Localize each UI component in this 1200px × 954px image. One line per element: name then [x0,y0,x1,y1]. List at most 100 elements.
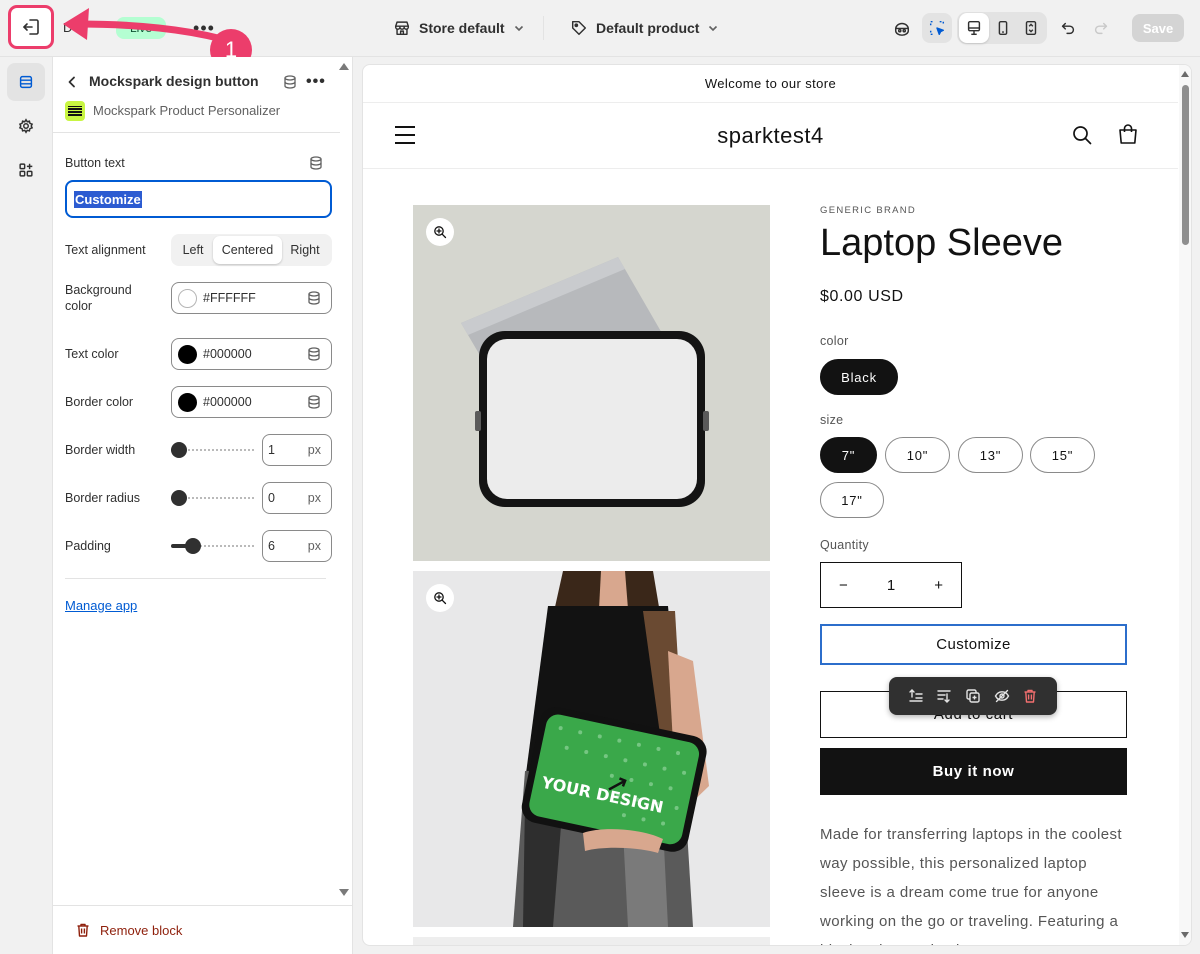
sidekick-button[interactable] [887,13,917,43]
border-width-input[interactable]: 1 px [262,434,332,466]
fullscreen-icon [1025,20,1037,36]
align-left-option[interactable]: Left [173,236,213,264]
product-price: $0.00 USD [820,288,904,305]
hide-icon[interactable] [994,688,1010,704]
dynamic-source-icon[interactable] [306,394,322,410]
size-pill-10[interactable]: 10" [885,437,950,473]
align-center-option[interactable]: Centered [213,236,282,264]
duplicate-icon[interactable] [965,688,981,704]
rail-settings-button[interactable] [7,107,45,145]
manage-app-link[interactable]: Manage app [65,598,137,613]
announcement-bar[interactable]: Welcome to our store [363,65,1178,103]
product-image-sleeve[interactable] [413,205,770,561]
desktop-view-button[interactable] [959,13,989,43]
rail-apps-button[interactable] [7,151,45,189]
padding-value: 6 [268,539,275,553]
scrollbar-thumb[interactable] [1182,85,1189,245]
border-width-slider[interactable] [171,442,255,458]
delete-icon[interactable] [1022,688,1038,704]
border-color-field[interactable]: #000000 [171,386,332,418]
text-color-field[interactable]: #000000 [171,338,332,370]
quantity-value[interactable]: 1 [887,577,895,594]
border-radius-input[interactable]: 0 px [262,482,332,514]
move-up-icon[interactable] [908,688,924,704]
border-radius-label: Border radius [65,491,141,505]
block-more-button[interactable]: ••• [306,73,326,91]
redo-button[interactable] [1086,13,1116,43]
border-radius-slider[interactable] [171,490,255,506]
exit-icon [23,19,39,35]
size-pill-7[interactable]: 7" [820,437,877,473]
template-select[interactable]: Default product [570,16,719,40]
store-logo-text[interactable]: sparktest4 [363,123,1178,149]
border-color-label: Border color [65,395,134,409]
move-down-icon[interactable] [936,688,952,704]
scroll-up-arrow[interactable] [1181,71,1189,77]
product-image-model[interactable]: YOUR DESIGN [413,571,770,927]
size-pill-17[interactable]: 17" [820,482,884,518]
slider-thumb[interactable] [171,442,187,458]
text-color-swatch[interactable] [178,344,197,364]
block-settings-panel: Mockspark design button ••• Mockspark Pr… [53,57,353,954]
preview-scrollbar[interactable] [1179,65,1191,945]
button-text-input[interactable]: Customize [65,180,332,218]
slider-thumb[interactable] [184,538,201,554]
mobile-view-button[interactable] [988,13,1018,43]
zoom-button[interactable] [426,218,454,246]
model-illustration: YOUR DESIGN [413,571,770,927]
app-logo [65,101,85,121]
quantity-increase-button[interactable]: + [934,577,943,594]
dynamic-source-icon[interactable] [306,346,322,362]
panel-scroll-down-arrow[interactable] [339,889,349,896]
template-select-label: Default product [596,20,700,36]
background-color-swatch[interactable] [178,288,197,308]
rail-sections-button[interactable] [7,63,45,101]
background-color-field[interactable]: #FFFFFF [171,282,332,314]
fullscreen-view-button[interactable] [1016,13,1046,43]
padding-slider[interactable] [171,538,255,554]
slider-thumb[interactable] [171,490,187,506]
quantity-decrease-button[interactable]: − [839,577,848,594]
border-color-swatch[interactable] [178,392,197,412]
chevron-down-icon [709,25,718,32]
chevron-down-icon [514,25,523,32]
panel-scroll-up-arrow[interactable] [339,63,349,70]
scroll-down-arrow[interactable] [1181,932,1189,938]
dynamic-source-icon[interactable] [282,74,298,90]
undo-icon [1061,22,1075,35]
product-title: Laptop Sleeve [820,222,1063,264]
topbar-divider [543,16,544,40]
panel-divider [53,132,340,133]
dynamic-source-icon[interactable] [306,290,322,306]
size-pill-13[interactable]: 13" [958,437,1023,473]
live-status-badge: Live [116,17,166,39]
align-right-option[interactable]: Right [282,236,328,264]
inspector-toggle[interactable] [922,13,952,43]
customize-button[interactable]: Customize [820,624,1127,665]
product-image-next[interactable] [413,937,770,945]
text-alignment-segmented: Left Centered Right [171,234,332,266]
mobile-icon [998,20,1008,36]
border-width-value: 1 [268,443,275,457]
remove-block-button[interactable]: Remove block [75,922,182,938]
save-button[interactable]: Save [1132,14,1184,42]
undo-button[interactable] [1053,13,1083,43]
padding-input[interactable]: 6 px [262,530,332,562]
color-pill-black[interactable]: Black [820,359,898,395]
cart-icon[interactable] [1116,123,1140,147]
button-text-value: Customize [74,190,142,208]
zoom-button[interactable] [426,584,454,612]
desktop-icon [967,20,981,36]
back-chevron-icon[interactable] [65,75,79,89]
store-select[interactable]: Store default [393,16,525,40]
buy-now-button[interactable]: Buy it now [820,748,1127,795]
background-color-label: Background color [65,283,132,313]
text-alignment-label: Text alignment [65,243,146,257]
dynamic-source-icon[interactable] [308,155,324,171]
product-vendor: GENERIC BRAND [820,205,917,216]
border-width-unit: px [307,443,321,457]
theme-more-button[interactable]: ••• [193,18,215,38]
size-pill-15[interactable]: 15" [1030,437,1095,473]
exit-editor-button[interactable] [8,5,54,49]
search-icon[interactable] [1071,124,1093,146]
